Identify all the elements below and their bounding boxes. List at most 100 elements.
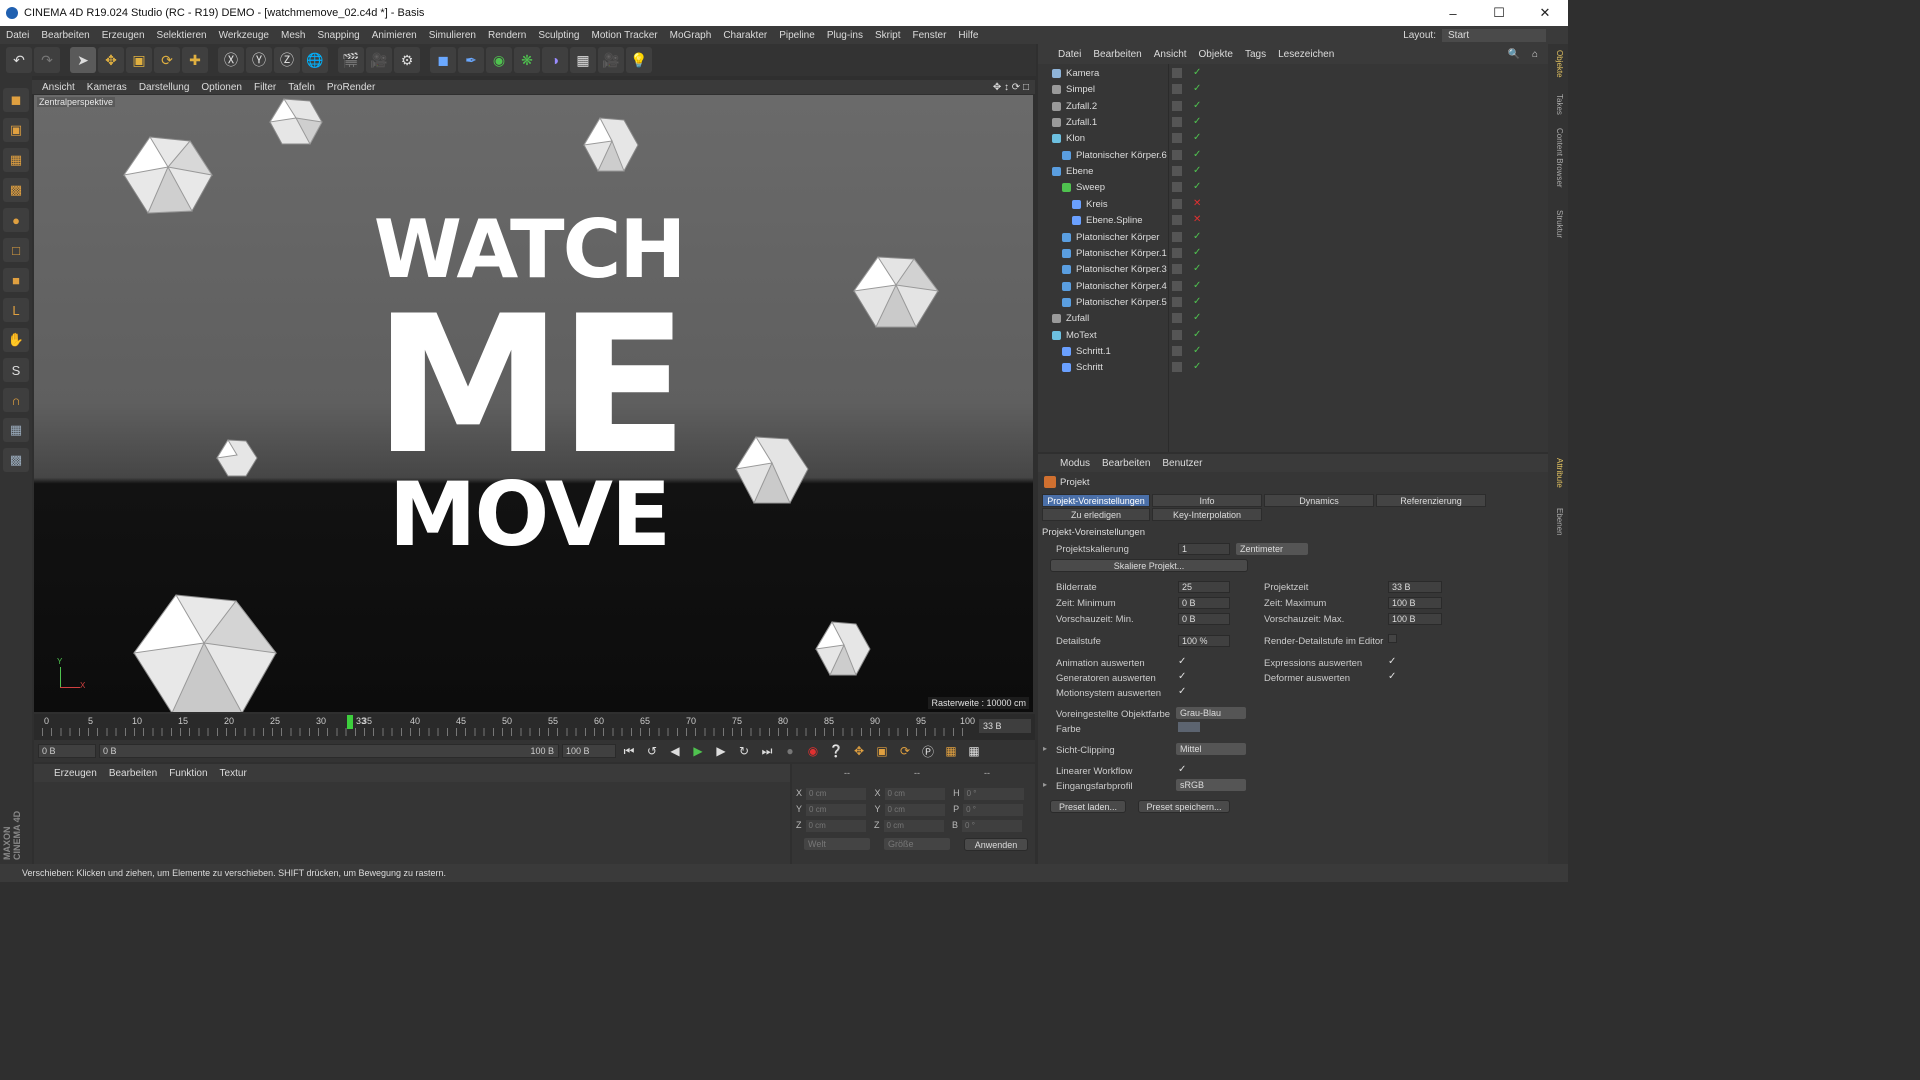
grid-icon[interactable]: ▦ (3, 418, 29, 442)
object-row[interactable]: Sweep ✓ (1038, 180, 1548, 196)
coordinate-system-icon[interactable]: 🌐 (302, 47, 328, 73)
visibility-toggle-icon[interactable] (1172, 296, 1182, 307)
move-tool-icon[interactable]: ✥ (98, 47, 124, 73)
icosahedron-4[interactable] (852, 255, 940, 329)
tweak-mode-icon[interactable]: ✋ (3, 328, 29, 352)
render-picture-viewer-icon[interactable]: 🎥 (366, 47, 392, 73)
edges-mode-icon[interactable]: □ (3, 238, 29, 262)
viewport-nav-icons[interactable]: ✥ ↕ ⟳ □ (987, 82, 1035, 93)
object-row[interactable]: Kamera ✓ (1038, 66, 1548, 82)
polygons-mode-icon[interactable]: ■ (3, 268, 29, 292)
object-row[interactable]: Klon ✓ (1038, 131, 1548, 147)
menu-rendern[interactable]: Rendern (482, 30, 532, 41)
next-key-icon[interactable]: ↻ (734, 742, 754, 760)
light-icon[interactable]: 💡 (626, 47, 652, 73)
next-frame-icon[interactable]: ▶ (711, 742, 731, 760)
enabled-check-icon[interactable]: ✓ (1193, 361, 1201, 372)
preview-range-slider[interactable]: 0 B 100 B (99, 744, 559, 758)
menu-hilfe[interactable]: Hilfe (952, 30, 984, 41)
obj-menu-objekte[interactable]: Objekte (1199, 49, 1233, 60)
enabled-check-icon[interactable]: ✓ (1193, 247, 1201, 258)
enabled-check-icon[interactable]: ✓ (1193, 165, 1201, 176)
menu-datei[interactable]: Datei (0, 30, 35, 41)
menu-bearbeiten[interactable]: Bearbeiten (35, 30, 95, 41)
x-axis-icon[interactable]: Ⓧ (218, 47, 244, 73)
visibility-toggle-icon[interactable] (1172, 166, 1182, 177)
enabled-check-icon[interactable]: ✕ (1193, 198, 1201, 209)
enabled-check-icon[interactable]: ✓ (1193, 149, 1201, 160)
object-row[interactable]: Platonischer Körper.4 ✓ (1038, 279, 1548, 295)
timeline-ruler[interactable]: 0 5 10 15 20 25 30 35 40 45 50 55 60 65 … (34, 714, 1035, 740)
attr-menu-bearbeiten[interactable]: Bearbeiten (1102, 458, 1150, 469)
enabled-check-icon[interactable]: ✓ (1193, 312, 1201, 323)
key-pla-icon[interactable]: ▦ (941, 742, 961, 760)
points-mode-icon[interactable]: ● (3, 208, 29, 232)
object-row[interactable]: Kreis ✕ (1038, 197, 1548, 213)
obj-menu-tags[interactable]: Tags (1245, 49, 1266, 60)
unit-dropdown[interactable]: Zentimeter (1236, 543, 1308, 555)
end-frame-field[interactable]: 100 B (562, 744, 616, 758)
rot-p-field[interactable]: 0 ° (963, 804, 1024, 816)
icosahedron-1[interactable] (120, 135, 216, 217)
dock-tab-ebenen[interactable]: Ebenen (1552, 508, 1564, 536)
model-mode-icon[interactable]: ▣ (3, 118, 29, 142)
vp-menu-optionen[interactable]: Optionen (195, 82, 248, 93)
key-parameter-icon[interactable]: Ⓟ (918, 742, 938, 760)
projektskalierung-field[interactable]: 1 (1178, 543, 1230, 555)
visibility-toggle-icon[interactable] (1172, 215, 1182, 226)
undo-icon[interactable]: ↶ (6, 47, 32, 73)
rotate-tool-icon[interactable]: ⟳ (154, 47, 180, 73)
z-axis-icon[interactable]: Ⓩ (274, 47, 300, 73)
rot-h-field[interactable]: 0 ° (963, 788, 1024, 800)
preset-speichern-button[interactable]: Preset speichern... (1138, 800, 1230, 813)
enabled-check-icon[interactable]: ✕ (1193, 214, 1201, 225)
tab-referenzierung[interactable]: Referenzierung (1376, 494, 1486, 507)
menu-charakter[interactable]: Charakter (717, 30, 773, 41)
goto-start-icon[interactable]: ⏮ (619, 742, 639, 760)
vorschauzeit-max-field[interactable]: 100 B (1388, 613, 1442, 625)
menu-fenster[interactable]: Fenster (907, 30, 953, 41)
projektzeit-field[interactable]: 33 B (1388, 581, 1442, 593)
object-row[interactable]: Ebene.Spline ✕ (1038, 213, 1548, 229)
size-x-field[interactable]: 0 cm (884, 788, 945, 800)
linearer-workflow-checkbox[interactable]: ✓ (1178, 764, 1186, 775)
menu-skript[interactable]: Skript (869, 30, 907, 41)
motionsystem-auswerten-checkbox[interactable]: ✓ (1178, 686, 1186, 697)
visibility-toggle-icon[interactable] (1172, 280, 1182, 291)
obj-menu-datei[interactable]: Datei (1058, 49, 1081, 60)
pen-spline-icon[interactable]: ✒ (458, 47, 484, 73)
visibility-toggle-icon[interactable] (1172, 247, 1182, 258)
animation-auswerten-checkbox[interactable]: ✓ (1178, 656, 1186, 667)
size-z-field[interactable]: 0 cm (883, 820, 944, 832)
detailstufe-field[interactable]: 100 % (1178, 635, 1230, 647)
icosahedron-6[interactable] (734, 435, 810, 505)
visibility-toggle-icon[interactable] (1172, 68, 1182, 78)
menu-mograph[interactable]: MoGraph (664, 30, 718, 41)
visibility-toggle-icon[interactable] (1172, 198, 1182, 209)
vp-menu-tafeln[interactable]: Tafeln (282, 82, 321, 93)
tab-dynamics[interactable]: Dynamics (1264, 494, 1374, 507)
visibility-toggle-icon[interactable] (1172, 362, 1182, 373)
dock-tab-objekte[interactable]: Objekte (1552, 50, 1564, 78)
timeline-window-icon[interactable]: ▦ (964, 742, 984, 760)
scale-tool-icon[interactable]: ▣ (126, 47, 152, 73)
skaliere-projekt-button[interactable]: Skaliere Projekt... (1050, 559, 1248, 572)
tab-projekt-voreinstellungen[interactable]: Projekt-Voreinstellungen (1042, 494, 1150, 507)
object-row[interactable]: Schritt.1 ✓ (1038, 344, 1548, 360)
visibility-toggle-icon[interactable] (1172, 182, 1182, 193)
enabled-check-icon[interactable]: ✓ (1193, 100, 1201, 111)
render-detailstufe-checkbox[interactable] (1388, 634, 1397, 643)
prev-frame-icon[interactable]: ◀ (665, 742, 685, 760)
generatoren-auswerten-checkbox[interactable]: ✓ (1178, 671, 1186, 682)
object-row[interactable]: Platonischer Körper ✓ (1038, 230, 1548, 246)
object-row[interactable]: Platonischer Körper.3 ✓ (1038, 262, 1548, 278)
cloner-icon[interactable]: ❋ (514, 47, 540, 73)
menu-simulieren[interactable]: Simulieren (423, 30, 482, 41)
key-rotation-icon[interactable]: ⟳ (895, 742, 915, 760)
dock-tab-takes[interactable]: Takes (1552, 94, 1564, 115)
prev-key-icon[interactable]: ↺ (642, 742, 662, 760)
object-row[interactable]: Schritt ✓ (1038, 360, 1548, 376)
menu-sculpting[interactable]: Sculpting (532, 30, 585, 41)
3d-viewport[interactable]: Zentralperspektive WATCH ME MOVE Y X Ras… (34, 95, 1033, 712)
coord-space-dropdown[interactable]: Welt (804, 838, 870, 850)
